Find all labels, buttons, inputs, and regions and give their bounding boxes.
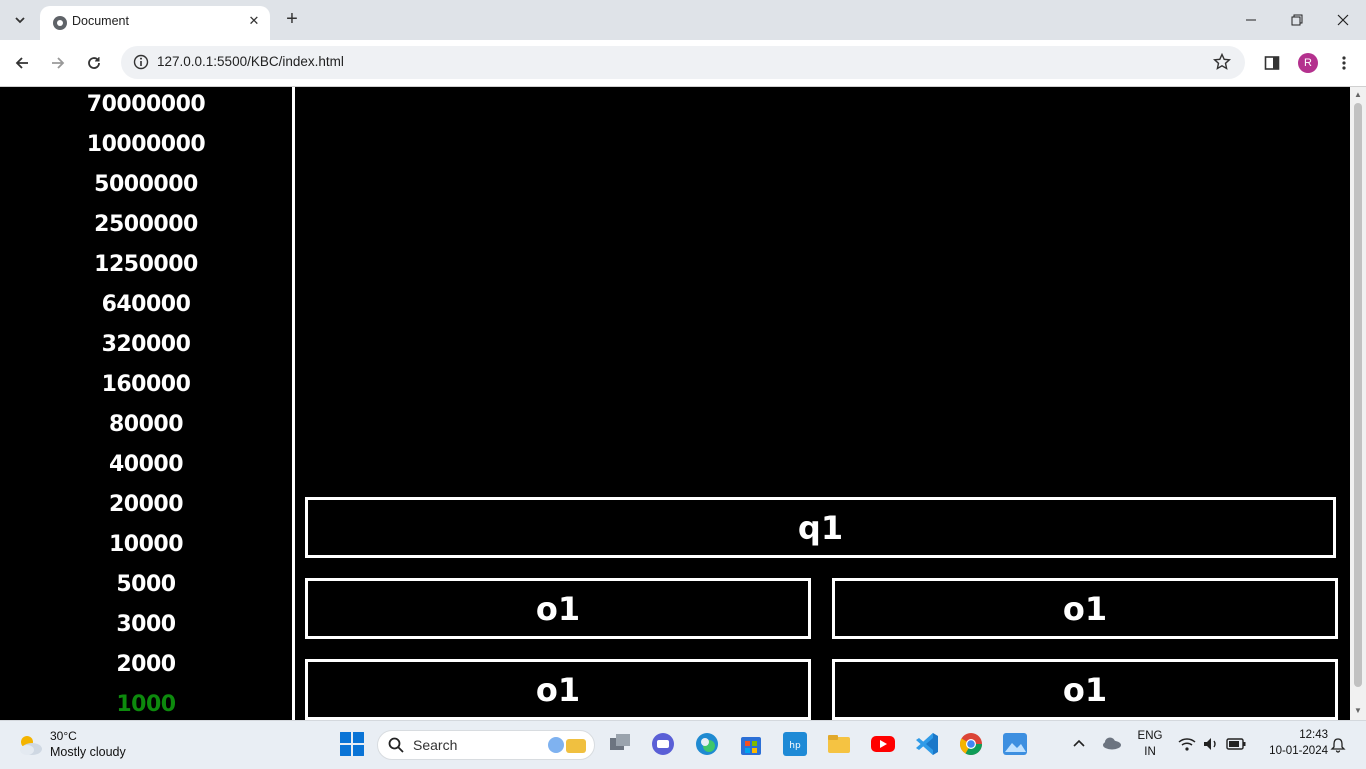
chrome-icon[interactable] <box>958 731 984 757</box>
minimize-icon[interactable] <box>1228 0 1274 40</box>
option-button[interactable]: o1 <box>832 578 1338 639</box>
bookmark-star-icon[interactable] <box>1213 53 1231 71</box>
url-text[interactable]: 127.0.0.1:5500/KBC/index.html <box>157 54 344 69</box>
prize-amount: 40000 <box>108 452 184 477</box>
site-info-icon[interactable] <box>133 54 149 70</box>
onedrive-cloud-icon[interactable] <box>1101 736 1123 750</box>
search-highlight-icon <box>548 737 586 753</box>
option-button[interactable]: o1 <box>305 578 811 639</box>
forward-arrow-icon[interactable] <box>46 51 70 75</box>
prize-ladder: 70000000 10000000 5000000 2500000 125000… <box>0 87 295 720</box>
address-bar[interactable]: 127.0.0.1:5500/KBC/index.html <box>121 46 1245 79</box>
browser-tab[interactable]: Document ✕ <box>40 6 270 40</box>
menu-dots-icon[interactable] <box>1332 51 1356 75</box>
tray-chevron-up-icon[interactable] <box>1072 738 1086 748</box>
avatar: R <box>1298 53 1318 73</box>
chat-icon[interactable] <box>650 731 676 757</box>
browser-toolbar: 127.0.0.1:5500/KBC/index.html R <box>0 40 1366 87</box>
search-icon <box>388 737 404 753</box>
volume-icon[interactable] <box>1202 736 1220 752</box>
edge-browser-icon[interactable] <box>694 731 720 757</box>
close-window-icon[interactable] <box>1320 0 1366 40</box>
page-viewport: 70000000 10000000 5000000 2500000 125000… <box>0 87 1350 720</box>
new-tab-plus-icon[interactable]: + <box>281 8 303 30</box>
prize-amount: 160000 <box>101 372 191 397</box>
prize-amount: 10000000 <box>86 132 206 157</box>
weather-description: Mostly cloudy <box>50 745 126 759</box>
myhp-icon[interactable]: hp <box>782 731 808 757</box>
file-explorer-icon[interactable] <box>826 731 852 757</box>
search-label: Search <box>413 737 458 753</box>
prize-amount: 2500000 <box>94 212 198 237</box>
youtube-icon[interactable] <box>870 731 896 757</box>
prize-amount-current: 1000 <box>116 692 176 717</box>
svg-text:hp: hp <box>789 741 801 751</box>
profile-avatar[interactable]: R <box>1296 51 1320 75</box>
language-indicator[interactable]: ENG <box>1134 730 1166 742</box>
option-button[interactable]: o1 <box>832 659 1338 720</box>
side-panel-icon[interactable] <box>1260 51 1284 75</box>
prize-amount: 320000 <box>101 332 191 357</box>
photos-icon[interactable] <box>1002 731 1028 757</box>
language-region: IN <box>1144 746 1156 758</box>
tab-strip: Document ✕ + <box>0 0 1366 40</box>
prize-amount: 10000 <box>108 532 184 557</box>
clock-time[interactable]: 12:43 <box>1258 729 1328 741</box>
page-scrollbar[interactable]: ▲ ▼ <box>1350 87 1366 720</box>
vscode-icon[interactable] <box>914 731 940 757</box>
windows-start-icon[interactable] <box>339 731 365 757</box>
taskbar-search[interactable]: Search <box>377 730 595 760</box>
wifi-icon[interactable] <box>1178 736 1196 752</box>
clock-date[interactable]: 10-01-2024 <box>1252 745 1328 757</box>
task-view-icon[interactable] <box>607 731 633 757</box>
prize-amount: 70000000 <box>86 92 206 117</box>
prize-amount: 2000 <box>116 652 176 677</box>
notification-bell-icon[interactable] <box>1330 737 1346 753</box>
back-arrow-icon[interactable] <box>10 51 34 75</box>
prize-amount: 20000 <box>108 492 184 517</box>
scroll-down-icon[interactable]: ▼ <box>1353 706 1363 716</box>
prize-amount: 3000 <box>116 612 176 637</box>
reload-icon[interactable] <box>82 51 106 75</box>
prize-amount: 5000000 <box>94 172 198 197</box>
option-button[interactable]: o1 <box>305 659 811 720</box>
question-box: q1 <box>305 497 1336 558</box>
tab-title: Document <box>72 14 129 28</box>
globe-icon <box>53 16 67 30</box>
scroll-up-icon[interactable]: ▲ <box>1353 90 1363 100</box>
store-icon[interactable] <box>738 731 764 757</box>
cloud-sun-icon <box>20 736 42 755</box>
prize-amount: 1250000 <box>94 252 198 277</box>
weather-widget[interactable]: 30°C Mostly cloudy <box>16 729 176 761</box>
battery-icon[interactable] <box>1226 737 1246 751</box>
tab-search-chevron-icon[interactable] <box>8 8 32 32</box>
game-area: q1 o1 o1 o1 o1 <box>295 87 1350 720</box>
windows-taskbar: 30°C Mostly cloudy Search hp ENG IN 12:4… <box>0 720 1366 769</box>
restore-icon[interactable] <box>1274 0 1320 40</box>
prize-amount: 640000 <box>101 292 191 317</box>
scrollbar-thumb[interactable] <box>1354 103 1362 687</box>
weather-temperature: 30°C <box>50 729 77 743</box>
prize-amount: 80000 <box>108 412 184 437</box>
prize-amount: 5000 <box>116 572 176 597</box>
tab-close-icon[interactable]: ✕ <box>246 13 262 29</box>
